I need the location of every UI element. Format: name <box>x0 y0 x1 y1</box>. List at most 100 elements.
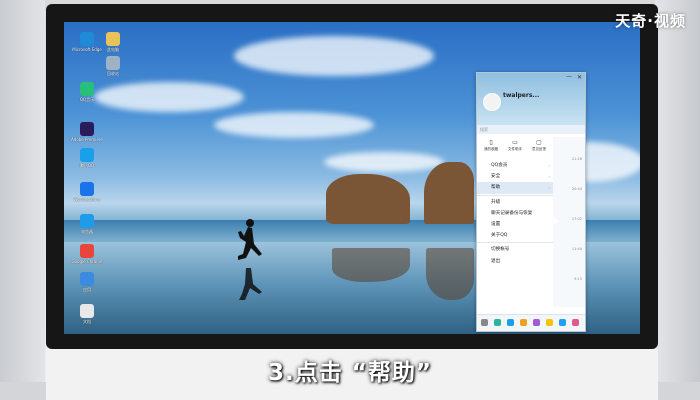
desktop-shortcut[interactable]: 此电脑 <box>96 32 130 52</box>
desktop-shortcut-label: 文档 <box>83 319 91 324</box>
favorites-label: 我的收藏 <box>484 147 498 151</box>
favorites-icon: ▯ <box>489 139 493 146</box>
qq-main-menu: QQ会员 › 安全 › 帮助 › 升级聊天记录备份与恢复 设置关于QQ 切换帐号退出 <box>477 160 553 267</box>
game-icon[interactable] <box>533 319 540 326</box>
rock-reflection <box>332 248 410 282</box>
desktop-shortcut[interactable]: QQ音乐 <box>70 82 104 102</box>
background-right <box>655 0 700 400</box>
desktop-shortcut-label: 回收站 <box>107 71 119 76</box>
qq-toolbar: ▯ 我的收藏 ▭ 文件助手 ▢ 意见反馈 <box>477 137 553 159</box>
mail-icon[interactable] <box>520 319 527 326</box>
menu-item-label: 升级 <box>491 199 501 205</box>
menu-item-label: 切换帐号 <box>491 247 510 253</box>
file-assistant-button[interactable]: ▭ 文件助手 <box>503 139 527 152</box>
message-time: 9:13 <box>574 277 582 281</box>
chevron-right-icon: › <box>548 174 550 180</box>
menu-item[interactable]: 设置 <box>477 219 553 230</box>
menu-item[interactable]: 升级 <box>477 197 553 208</box>
menu-item[interactable]: 帮助 › <box>477 182 553 194</box>
menu-item[interactable]: 聊天记录备份与恢复 <box>477 208 553 219</box>
nickname: twalpers... <box>503 92 540 99</box>
menu-item-label: 帮助 <box>491 185 501 191</box>
computer-icon <box>106 32 120 46</box>
desktop-shortcut-label: 浏览器 <box>81 229 93 234</box>
desktop-shortcut[interactable]: Google Chrome <box>70 244 104 264</box>
desktop-shortcut[interactable]: 应用 <box>70 272 104 292</box>
cloud <box>94 82 244 112</box>
desktop-shortcut[interactable]: Wondershare <box>70 182 104 202</box>
menu-item-label: QQ会员 <box>491 163 508 168</box>
menu-separator <box>477 194 553 196</box>
folder-icon[interactable] <box>546 319 553 326</box>
rock <box>424 162 474 224</box>
app-icon <box>80 272 94 286</box>
watermark: 天奇·视频 <box>615 12 686 30</box>
qq-bottom-bar <box>477 314 585 331</box>
cloud <box>234 36 434 76</box>
desktop-shortcut[interactable]: 回收站 <box>96 56 130 76</box>
cloud <box>324 152 444 172</box>
contacts-icon[interactable] <box>494 319 501 326</box>
menu-item[interactable]: 安全 › <box>477 171 553 182</box>
desktop-screen: Microsoft Edge 此电脑 回收站 QQ音乐 Adobe Premiere 腾讯… <box>64 22 640 334</box>
document-icon <box>80 304 94 318</box>
menu-item[interactable]: 切换帐号 <box>477 244 553 255</box>
menu-item-label: 聊天记录备份与恢复 <box>491 210 533 216</box>
menu-separator <box>477 242 553 244</box>
desktop-shortcut-label: Wondershare <box>73 197 101 202</box>
background-left <box>0 0 45 400</box>
menu-icon[interactable] <box>481 319 488 326</box>
menu-item[interactable]: 退出 <box>477 256 553 267</box>
desktop-shortcut-label: 此电脑 <box>107 47 119 52</box>
message-time: 11:40 <box>571 247 582 251</box>
wondershare-icon <box>80 182 94 196</box>
minimize-icon[interactable]: — <box>566 73 572 80</box>
desktop-shortcut-label: Google Chrome <box>71 259 103 264</box>
search-input[interactable]: 搜索 <box>477 125 585 134</box>
message-time: 20:44 <box>571 187 582 191</box>
chevron-right-icon: › <box>548 163 550 168</box>
message-time: 21:26 <box>571 157 582 161</box>
recycle-bin-icon <box>106 56 120 70</box>
desktop-shortcut-label: 应用 <box>83 287 91 292</box>
favorites-button[interactable]: ▯ 我的收藏 <box>479 139 503 152</box>
browser-icon <box>80 214 94 228</box>
step-caption: 3.点击 “帮助” <box>268 360 432 386</box>
weiyun-icon[interactable] <box>559 319 566 326</box>
desktop-shortcut[interactable]: 腾讯QQ <box>70 148 104 168</box>
qq-main-panel: — ✕ twalpers... 搜索 ▯ 我的收藏 ▭ 文件助手 ▢ 意见反馈 <box>476 72 586 332</box>
feedback-icon: ▢ <box>536 139 542 146</box>
menu-item-label: 设置 <box>491 221 501 227</box>
menu-item[interactable]: QQ会员 › <box>477 160 553 171</box>
message-time: 17:02 <box>571 217 582 221</box>
menu-item-label: 安全 <box>491 174 501 180</box>
desktop-shortcut[interactable]: 浏览器 <box>70 214 104 234</box>
edge-icon <box>80 32 94 46</box>
menu-item-label: 关于QQ <box>491 233 508 239</box>
desktop-shortcut-label: 腾讯QQ <box>79 163 95 168</box>
chrome-icon <box>80 244 94 258</box>
desktop-shortcut-label: Adobe Premiere <box>71 137 103 142</box>
qq-header: — ✕ twalpers... <box>477 73 585 125</box>
apps-icon[interactable] <box>572 319 579 326</box>
feedback-button[interactable]: ▢ 意见反馈 <box>527 139 551 152</box>
qq-icon <box>80 148 94 162</box>
desktop-shortcut[interactable]: 文档 <box>70 304 104 324</box>
qq-music-icon <box>80 82 94 96</box>
runner-silhouette <box>238 219 262 300</box>
monitor: Microsoft Edge 此电脑 回收站 QQ音乐 Adobe Premiere 腾讯… <box>46 4 658 349</box>
close-icon[interactable]: ✕ <box>577 74 582 81</box>
feedback-label: 意见反馈 <box>532 147 546 151</box>
desktop-shortcut-label: QQ音乐 <box>79 97 95 102</box>
avatar[interactable] <box>483 93 501 111</box>
menu-item[interactable]: 关于QQ <box>477 230 553 241</box>
music-icon[interactable] <box>507 319 514 326</box>
cloud <box>214 112 374 138</box>
file-assistant-icon: ▭ <box>512 139 518 146</box>
chevron-right-icon: › <box>548 185 550 191</box>
menu-item-label: 退出 <box>491 258 501 264</box>
rock-reflection <box>426 248 474 300</box>
desktop-shortcut[interactable]: Adobe Premiere <box>70 122 104 142</box>
file-assistant-label: 文件助手 <box>508 147 522 151</box>
rock <box>326 174 410 224</box>
